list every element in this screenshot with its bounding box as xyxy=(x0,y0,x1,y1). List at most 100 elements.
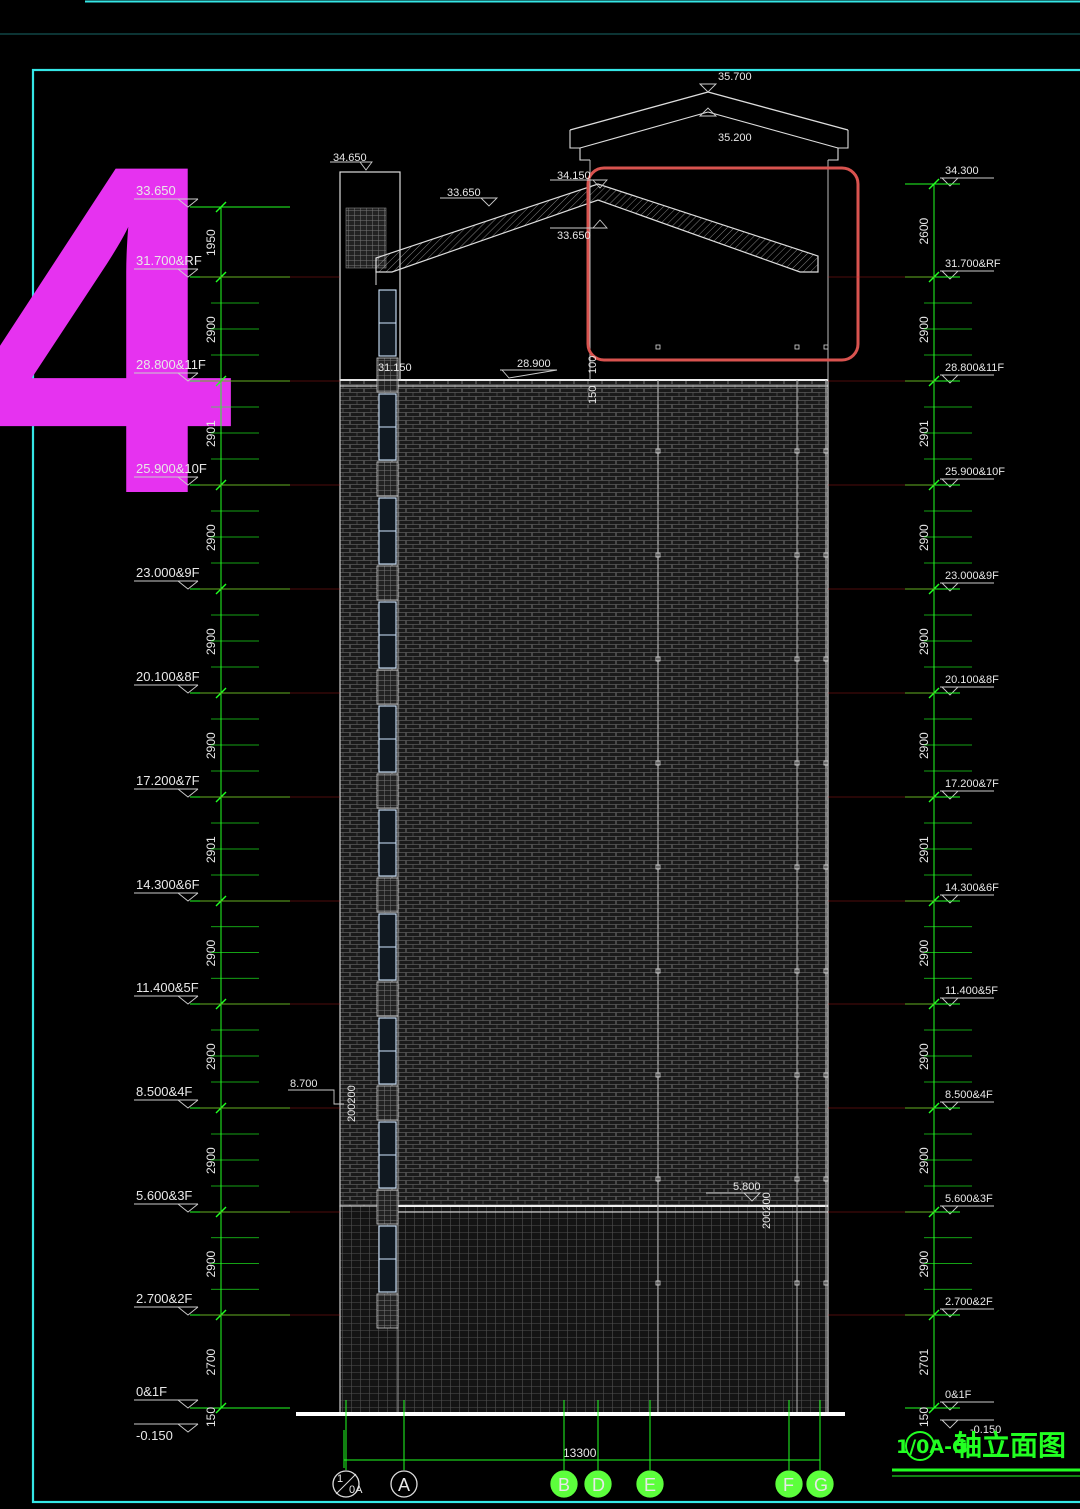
level-arrow xyxy=(940,997,994,1007)
level-arrow xyxy=(940,1401,994,1411)
right-level-marker: 25.900&10F xyxy=(940,466,1005,488)
right-dim-label: 2900 xyxy=(917,939,931,966)
left-level-marker: 5.600&3F xyxy=(134,1188,199,1213)
roof-dim-a: 100 xyxy=(587,356,599,374)
total-width-label: 13300 xyxy=(563,1446,597,1460)
facade-lower xyxy=(339,1205,829,1415)
canopy-left-label: 8.700 xyxy=(290,1078,318,1090)
left-dim-label: 2900 xyxy=(204,1147,218,1174)
level-arrow xyxy=(134,995,199,1005)
right-levels: 34.300 31.700&RF 28.800&11F 25.900&10F 23.00… xyxy=(940,165,1005,1436)
gable-left-return xyxy=(569,130,590,161)
right-dim-label: 2900 xyxy=(917,316,931,343)
right-level-label: 17.200&7F xyxy=(945,778,999,790)
left-dim-label: 2900 xyxy=(204,524,218,551)
left-dim-label: 1950 xyxy=(204,229,218,256)
stair-louver xyxy=(376,981,399,1017)
left-dim-label: 2901 xyxy=(204,420,218,447)
right-level-label: 2.700&2F xyxy=(945,1296,993,1308)
right-level-label: 28.800&11F xyxy=(945,362,1004,374)
roof-dim-b: 150 xyxy=(587,386,599,404)
right-dim-label: 150 xyxy=(917,1407,931,1427)
right-dim-label: 2901 xyxy=(917,420,931,447)
level-arrow xyxy=(940,177,994,187)
right-level-marker: 11.400&5F xyxy=(940,985,998,1007)
stair-louver xyxy=(376,669,399,705)
left-level-marker: 14.300&6F xyxy=(134,877,200,902)
left-level-marker: 0&1F xyxy=(134,1384,199,1409)
right-dim-label: 2900 xyxy=(917,1250,931,1277)
stair-louver xyxy=(376,877,399,913)
left-level-label: 28.800&11F xyxy=(136,357,206,372)
stair-louver xyxy=(376,1085,399,1121)
level-arrow xyxy=(940,1205,994,1215)
level-arrow xyxy=(134,788,199,798)
right-level-marker: 2.700&2F xyxy=(940,1296,994,1318)
left-dim-label: 2700 xyxy=(204,1348,218,1375)
left-dim-label: 2900 xyxy=(204,316,218,343)
roof-label-eave-left: 33.650 xyxy=(447,187,481,199)
roof-label-floor: 28.900 xyxy=(517,358,551,370)
stair-louver xyxy=(376,461,399,497)
axis-label: 0A xyxy=(349,1484,363,1496)
left-dim-label: 2900 xyxy=(204,939,218,966)
left-level-marker: 8.500&4F xyxy=(134,1084,199,1109)
right-level-marker: 17.200&7F xyxy=(940,778,999,800)
right-dim-label: 2701 xyxy=(917,1348,931,1375)
level-arrow xyxy=(134,1306,199,1316)
axis-label: D xyxy=(592,1475,605,1495)
left-dim-label: 2900 xyxy=(204,1043,218,1070)
left-level-marker: 11.400&5F xyxy=(134,980,199,1005)
left-dim-label: 2900 xyxy=(204,628,218,655)
right-level-label: 5.600&3F xyxy=(945,1193,993,1205)
axis-label: B xyxy=(558,1475,570,1495)
upper-gable-right xyxy=(707,91,849,131)
right-dim-label: 2900 xyxy=(917,1147,931,1174)
right-level-marker: 20.100&8F xyxy=(940,674,999,696)
left-dim-label: 2900 xyxy=(204,732,218,759)
right-level-label: 14.300&6F xyxy=(945,882,999,894)
left-level-marker: 20.100&8F xyxy=(134,669,200,694)
facade-upper xyxy=(339,379,829,1207)
right-level-marker: 5.600&3F xyxy=(940,1193,994,1215)
left-level-label: 25.900&10F xyxy=(136,461,207,476)
upper-gable-left xyxy=(569,91,709,131)
right-level-label: 8.500&4F xyxy=(945,1089,993,1101)
canopy-left-dim: 200200 xyxy=(346,1085,358,1122)
level-arrow xyxy=(940,478,994,488)
left-level-label: 2.700&2F xyxy=(136,1291,192,1306)
left-level-label: 31.700&RF xyxy=(136,253,202,268)
stair-louver xyxy=(376,1189,399,1225)
right-level-label: 20.100&8F xyxy=(945,674,999,686)
left-level-label: -0.150 xyxy=(136,1428,173,1443)
axis-label: F xyxy=(783,1475,794,1495)
level-arrow xyxy=(134,892,199,902)
gable-right-return xyxy=(828,130,849,161)
right-dim-label: 2901 xyxy=(917,836,931,863)
roof-label-floor-left: 31.150 xyxy=(378,362,412,374)
left-level-label: 33.650 xyxy=(136,183,176,198)
left-level-label: 23.000&9F xyxy=(136,565,200,580)
axis-label: A xyxy=(398,1475,410,1495)
level-arrow xyxy=(940,582,994,592)
right-level-label: 25.900&10F xyxy=(945,466,1005,478)
roof-label-ridge-under: 33.650 xyxy=(557,230,591,242)
axis-label: G xyxy=(814,1475,828,1495)
drawing-title: 1/0A-G 轴立面图 xyxy=(892,1429,1080,1477)
left-level-label: 11.400&5F xyxy=(136,980,199,995)
left-level-label: 17.200&7F xyxy=(136,773,200,788)
right-level-label: 11.400&5F xyxy=(945,985,998,997)
left-dim-label: 150 xyxy=(204,1407,218,1427)
left-dim-label: 2901 xyxy=(204,836,218,863)
left-level-marker: -0.150 xyxy=(134,1423,199,1443)
canopy-right-label: 5.800 xyxy=(733,1181,761,1193)
level-arrow xyxy=(940,790,994,800)
right-level-marker: 31.700&RF xyxy=(940,258,1001,280)
roof-label-ridge-top: 35.700 xyxy=(718,71,752,83)
right-level-label: 0&1F xyxy=(945,1389,972,1401)
roof-structure xyxy=(339,91,849,381)
stair-louver xyxy=(376,565,399,601)
right-dim-label: 2600 xyxy=(917,217,931,244)
stair-louver xyxy=(376,773,399,809)
left-level-label: 5.600&3F xyxy=(136,1188,192,1203)
